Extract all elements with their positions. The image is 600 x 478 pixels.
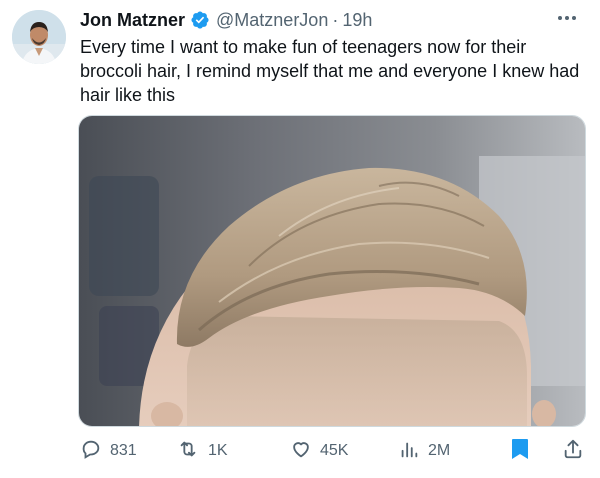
like-count: 45K <box>320 442 349 459</box>
action-bar: 831 1K 45K 2M <box>80 437 590 465</box>
tweet-image[interactable] <box>78 115 586 427</box>
view-count: 2M <box>428 442 451 459</box>
separator-dot: · <box>332 9 339 30</box>
timestamp[interactable]: 19h <box>342 10 372 31</box>
heart-icon <box>290 438 312 465</box>
retweet-icon <box>176 438 200 465</box>
views-icon <box>398 438 420 465</box>
tweet-header: Jon Matzner @MatznerJon · 19h <box>80 8 372 32</box>
avatar[interactable] <box>12 10 66 64</box>
share-icon <box>562 437 584 466</box>
bookmark-button[interactable] <box>510 437 530 465</box>
more-icon[interactable] <box>556 10 578 26</box>
author-name[interactable]: Jon Matzner <box>80 10 185 31</box>
retweet-count: 1K <box>208 442 228 459</box>
like-button[interactable]: 45K <box>290 437 348 465</box>
author-handle[interactable]: @MatznerJon <box>216 10 328 31</box>
bookmark-icon <box>510 437 530 466</box>
reply-button[interactable]: 831 <box>80 437 137 465</box>
reply-icon <box>80 438 102 465</box>
reply-count: 831 <box>110 442 137 459</box>
share-button[interactable] <box>562 437 584 465</box>
views-button[interactable]: 2M <box>398 437 450 465</box>
retweet-button[interactable]: 1K <box>176 437 228 465</box>
tweet-text: Every time I want to make fun of teenage… <box>80 37 580 105</box>
verified-badge-icon <box>190 10 210 30</box>
tweet: Jon Matzner @MatznerJon · 19h Every time… <box>0 0 600 478</box>
